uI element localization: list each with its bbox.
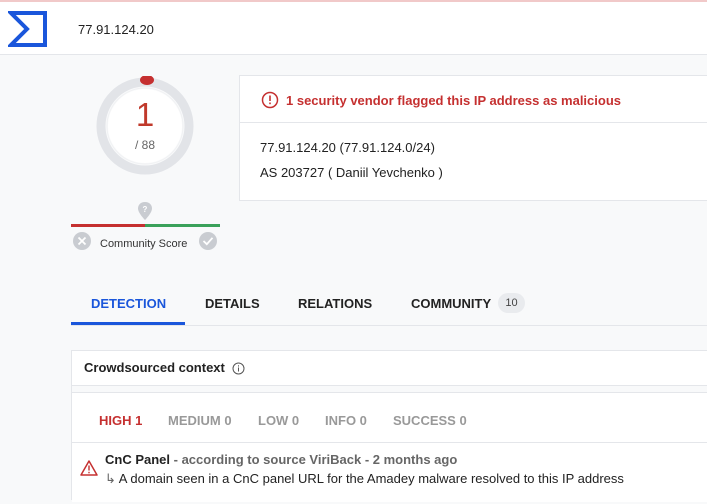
vote-harmless-icon[interactable]: [198, 231, 218, 251]
top-bar: 77.91.124.20: [0, 2, 707, 55]
virustotal-logo-icon[interactable]: [6, 10, 48, 48]
severity-tab-low[interactable]: LOW 0: [258, 413, 299, 428]
vote-malicious-icon[interactable]: [72, 231, 92, 251]
community-bar-positive: [145, 224, 220, 227]
malicious-alert: 1 security vendor flagged this IP addres…: [240, 76, 707, 123]
svg-text:?: ?: [143, 205, 148, 214]
severity-tab-high[interactable]: HIGH 1: [99, 413, 142, 428]
rule-description: ↳ A domain seen in a CnC panel URL for t…: [105, 471, 624, 487]
alert-text: 1 security vendor flagged this IP addres…: [286, 93, 621, 108]
ip-address-line: 77.91.124.20 (77.91.124.0/24): [260, 140, 435, 155]
community-score-label: Community Score: [100, 238, 188, 250]
crowdsourced-context-panel: Crowdsourced context HIGH 1 MEDIUM 0 LOW…: [71, 350, 707, 502]
rule-title: CnC Panel - according to source ViriBack…: [105, 452, 457, 467]
detection-score-circle: 1 / 88: [95, 76, 195, 176]
tab-bar: DETECTION DETAILS RELATIONS COMMUNITY 10: [71, 284, 707, 326]
alert-circle-icon: [261, 91, 279, 109]
crowdsourced-title: Crowdsourced context: [84, 360, 225, 375]
detection-total: / 88: [134, 138, 155, 152]
community-score-bar: [71, 224, 220, 227]
severity-tab-medium[interactable]: MEDIUM 0: [168, 413, 232, 428]
location-marker-icon: ?: [137, 201, 153, 221]
active-tab-indicator: [71, 322, 185, 325]
community-bar-negative: [71, 224, 145, 227]
tab-details[interactable]: DETAILS: [205, 296, 260, 311]
tab-detection[interactable]: DETECTION: [91, 296, 166, 311]
rule-source: - according to source ViriBack - 2 month…: [170, 452, 458, 467]
severity-tab-success[interactable]: SUCCESS 0: [393, 413, 467, 428]
severity-tab-info[interactable]: INFO 0: [325, 413, 367, 428]
severity-card: HIGH 1 MEDIUM 0 LOW 0 INFO 0 SUCCESS 0 C…: [72, 392, 707, 502]
tab-community[interactable]: COMMUNITY: [411, 296, 491, 311]
rule-description-text: A domain seen in a CnC panel URL for the…: [115, 471, 624, 486]
divider: [72, 442, 707, 443]
rule-name[interactable]: CnC Panel: [105, 452, 170, 467]
tab-relations[interactable]: RELATIONS: [298, 296, 372, 311]
info-icon[interactable]: [232, 362, 245, 375]
search-input[interactable]: 77.91.124.20: [78, 22, 154, 37]
warning-triangle-icon: [80, 460, 98, 476]
detection-count: 1: [135, 96, 155, 133]
return-arrow-icon: ↳: [105, 471, 116, 486]
crowdsourced-body: HIGH 1 MEDIUM 0 LOW 0 INFO 0 SUCCESS 0 C…: [72, 385, 707, 502]
as-owner-line[interactable]: AS 203727 ( Daniil Yevchenko ): [260, 165, 443, 180]
summary-card: 1 security vendor flagged this IP addres…: [239, 75, 707, 201]
community-count-badge: 10: [498, 293, 525, 313]
